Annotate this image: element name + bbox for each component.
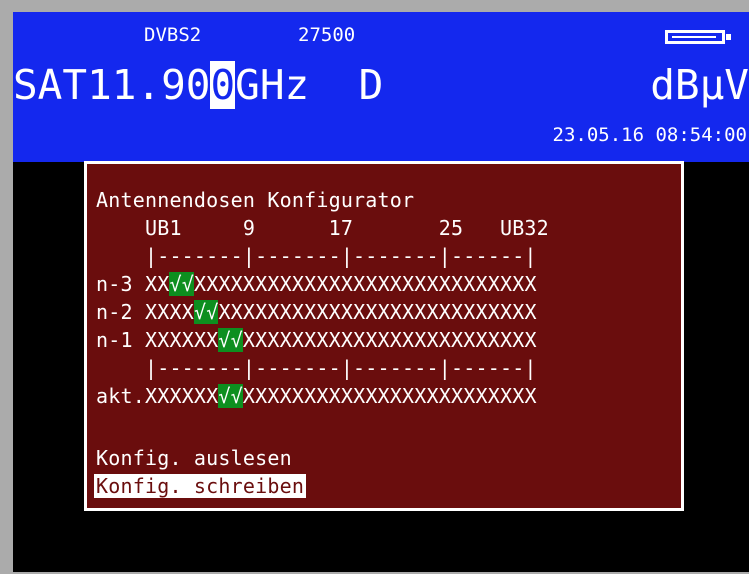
- device-bezel: DVBS2 27500 SAT11.900GHz D dBµV 23.05.16…: [0, 0, 749, 574]
- row-suffix: XXXXXXXXXXXXXXXXXXXXXXXXXX: [218, 300, 537, 324]
- standard-label: DVBS2: [144, 24, 202, 46]
- current-row: akt.XXXXXX√√XXXXXXXXXXXXXXXXXXXXXXXX: [96, 384, 537, 409]
- row-prefix: XXXX: [132, 300, 194, 324]
- ub-scale: |-------|-------|-------|------|: [96, 244, 537, 268]
- row-label: n-1: [96, 328, 133, 352]
- row-suffix: XXXXXXXXXXXXXXXXXXXXXXXXXXXX: [193, 272, 537, 296]
- battery-icon: [665, 30, 731, 44]
- frequency-value: 11.90: [87, 61, 211, 109]
- symbol-rate-value: 27500: [298, 24, 356, 46]
- frequency-display[interactable]: SAT11.900GHz D: [13, 58, 383, 112]
- menu-item-write-label[interactable]: Konfig. schreiben: [94, 474, 307, 498]
- configurator-dialog: Antennendosen Konfigurator UB1 9 17 25 U…: [84, 161, 684, 511]
- frequency-cursor-digit[interactable]: 0: [210, 61, 236, 109]
- level-unit[interactable]: dBµV: [650, 58, 749, 112]
- menu-item-read-config[interactable]: Konfig. auslesen: [96, 446, 292, 471]
- row-prefix: XXXXXX: [132, 328, 219, 352]
- datetime-display: 23.05.16 08:54:00: [552, 124, 747, 146]
- history-row-n1: n-1 XXXXXX√√XXXXXXXXXXXXXXXXXXXXXXXX: [96, 328, 537, 353]
- row-label: n-2: [96, 300, 133, 324]
- ub-axis-labels: UB1 9 17 25 UB32: [96, 216, 549, 240]
- row-prefix: XX: [132, 272, 170, 296]
- device-screen: DVBS2 27500 SAT11.900GHz D dBµV 23.05.16…: [13, 12, 749, 572]
- row-label: n-3: [96, 272, 133, 296]
- ok-marker: √√: [169, 272, 194, 296]
- row-suffix: XXXXXXXXXXXXXXXXXXXXXXXX: [242, 328, 537, 352]
- row-suffix: XXXXXXXXXXXXXXXXXXXXXXXX: [242, 384, 537, 408]
- row-label: akt.: [96, 384, 145, 408]
- dialog-title: Antennendosen Konfigurator: [96, 188, 415, 212]
- history-row-n2: n-2 XXXX√√XXXXXXXXXXXXXXXXXXXXXXXXXX: [96, 300, 537, 325]
- band-label: SAT: [13, 61, 88, 109]
- frequency-unit: GHz: [235, 61, 310, 109]
- ok-marker: √√: [193, 300, 219, 324]
- menu-item-write-config[interactable]: Konfig. schreiben: [94, 474, 307, 499]
- history-row-n3: n-3 XX√√XXXXXXXXXXXXXXXXXXXXXXXXXXXX: [96, 272, 537, 297]
- row-prefix: XXXXXX: [144, 384, 219, 408]
- ub-scale-lower: |-------|-------|-------|------|: [96, 356, 537, 380]
- ok-marker: √√: [218, 328, 243, 352]
- polarization-label: D: [358, 61, 384, 109]
- status-header: DVBS2 27500 SAT11.900GHz D dBµV 23.05.16…: [13, 12, 749, 162]
- ok-marker: √√: [218, 384, 243, 408]
